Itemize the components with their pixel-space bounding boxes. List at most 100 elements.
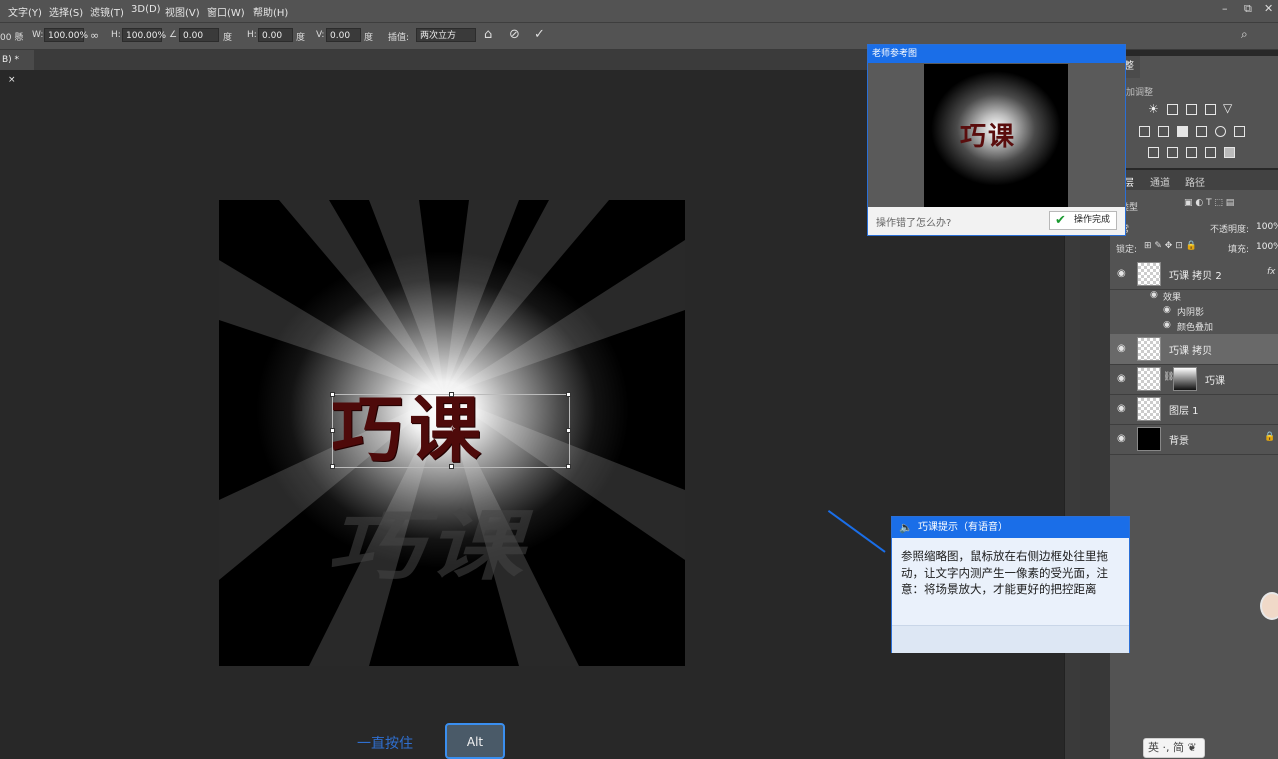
help-link[interactable]: 操作错了怎么办?: [876, 214, 951, 229]
layer-name[interactable]: 图层 1: [1169, 402, 1199, 417]
handle-middle-left[interactable]: [330, 428, 335, 433]
fill-label: 填充:: [1228, 245, 1250, 255]
color-lookup-icon[interactable]: [1234, 126, 1245, 137]
reference-title: 老师参考图: [868, 45, 1125, 63]
menu-select[interactable]: 选择(S): [49, 4, 83, 19]
cancel-transform-icon[interactable]: ⊘: [509, 27, 520, 42]
hskew-input[interactable]: 0.00: [258, 28, 293, 42]
close-window-button[interactable]: ✕: [1264, 2, 1273, 15]
black-white-icon[interactable]: [1177, 126, 1188, 137]
fx-icon[interactable]: fx: [1267, 267, 1276, 277]
menu-filter[interactable]: 滤镜(T): [90, 4, 124, 19]
menu-window[interactable]: 窗口(W): [207, 4, 245, 19]
channel-mixer-icon[interactable]: [1215, 126, 1226, 137]
layer-row[interactable]: ◉ 图层 1: [1110, 394, 1278, 425]
filter-icons[interactable]: ▣ ◐ T ⬚ ▤: [1184, 198, 1234, 208]
fill-input[interactable]: 100%: [1256, 242, 1278, 252]
handle-bottom-left[interactable]: [330, 464, 335, 469]
posterize-icon[interactable]: [1167, 147, 1178, 158]
search-icon[interactable]: ⌕: [1241, 27, 1248, 42]
effect-inner-shadow[interactable]: 内阴影: [1177, 305, 1204, 318]
inner-shadow-eye-icon[interactable]: ◉: [1163, 305, 1171, 315]
document-tab[interactable]: B) * ×: [0, 50, 34, 85]
minimize-button[interactable]: –: [1222, 2, 1228, 15]
layer-row[interactable]: ◉ ⛓ 巧课: [1110, 364, 1278, 395]
layer-name[interactable]: 背景: [1169, 432, 1189, 447]
menu-3d[interactable]: 3D(D): [131, 4, 161, 15]
height-input[interactable]: 100.00%: [122, 28, 166, 42]
layer-name[interactable]: 巧课: [1205, 372, 1225, 387]
reference-window: 老师参考图 巧课 操作错了怎么办? ✔ 操作完成: [867, 44, 1126, 236]
photo-filter-icon[interactable]: [1196, 126, 1207, 137]
angle-input[interactable]: 0.00: [179, 28, 219, 42]
layer-name[interactable]: 巧课 拷贝 2: [1169, 267, 1222, 282]
speaker-icon[interactable]: 🔈: [899, 517, 913, 538]
color-balance-icon[interactable]: [1158, 126, 1169, 137]
reference-point-crosshair-icon[interactable]: ✧: [448, 424, 456, 435]
close-tab-icon[interactable]: ×: [8, 75, 16, 85]
hskew-label: H:: [247, 30, 257, 40]
reference-image-text: 巧课: [960, 122, 1017, 152]
tip-pointer-line: [827, 510, 886, 553]
opacity-input[interactable]: 100%: [1256, 222, 1278, 232]
restore-button[interactable]: ⧉: [1244, 2, 1252, 16]
layer-row[interactable]: ◉ 背景 🔒: [1110, 424, 1278, 455]
transform-bounding-box[interactable]: ✧: [330, 392, 571, 469]
effects-eye-icon[interactable]: ◉: [1150, 290, 1158, 300]
color-overlay-eye-icon[interactable]: ◉: [1163, 320, 1171, 330]
document-tab-label: B) *: [2, 55, 20, 65]
lock-icons[interactable]: ⊞ ✎ ✥ ⊡ 🔒: [1144, 241, 1197, 251]
text-shadow-layer: 巧课: [320, 501, 549, 592]
tab-paths[interactable]: 路径: [1185, 174, 1205, 189]
handle-top-center[interactable]: [449, 392, 454, 397]
handle-bottom-right[interactable]: [566, 464, 571, 469]
warp-icon[interactable]: ⌂: [484, 27, 492, 42]
lock-icon: 🔒: [1264, 432, 1276, 442]
effect-color-overlay[interactable]: 颜色叠加: [1177, 320, 1213, 333]
handle-middle-right[interactable]: [566, 428, 571, 433]
visibility-eye-icon[interactable]: ◉: [1117, 268, 1126, 279]
menu-help[interactable]: 帮助(H): [253, 4, 288, 19]
layer-thumbnail: [1137, 262, 1161, 286]
done-button[interactable]: ✔ 操作完成: [1049, 211, 1117, 230]
ime-toolbar[interactable]: 英 ·, 简 ❦: [1143, 738, 1205, 758]
selective-color-icon[interactable]: [1205, 147, 1216, 158]
reference-image: 巧课: [924, 64, 1068, 207]
levels-icon[interactable]: [1167, 104, 1178, 115]
tip-footer: [892, 625, 1129, 653]
layer-row-selected[interactable]: ◉ 巧课 拷贝: [1110, 334, 1278, 365]
reference-point-icon[interactable]: 00 懸: [0, 30, 23, 43]
hue-saturation-icon[interactable]: [1139, 126, 1150, 137]
handle-top-left[interactable]: [330, 392, 335, 397]
invert-icon[interactable]: [1148, 147, 1159, 158]
layer-mask-thumbnail[interactable]: [1173, 367, 1197, 391]
commit-transform-icon[interactable]: ✓: [534, 27, 545, 42]
curves-icon[interactable]: [1186, 104, 1197, 115]
width-label: W:: [32, 30, 44, 40]
gradient-map-icon[interactable]: [1224, 147, 1235, 158]
brightness-icon[interactable]: ☀: [1148, 102, 1159, 116]
alt-key-indicator: Alt: [445, 723, 505, 759]
threshold-icon[interactable]: [1186, 147, 1197, 158]
menu-type[interactable]: 文字(Y): [8, 4, 42, 19]
assistant-avatar[interactable]: [1260, 592, 1278, 620]
visibility-eye-icon[interactable]: ◉: [1117, 343, 1126, 354]
vskew-input[interactable]: 0.00: [326, 28, 361, 42]
exposure-icon[interactable]: [1205, 104, 1216, 115]
visibility-eye-icon[interactable]: ◉: [1117, 433, 1126, 444]
layer-row[interactable]: ◉ 巧课 拷贝 2 fx: [1110, 259, 1278, 290]
width-input[interactable]: 100.00%: [44, 28, 88, 42]
visibility-eye-icon[interactable]: ◉: [1117, 403, 1126, 414]
interpolation-select[interactable]: 两次立方: [416, 28, 476, 42]
handle-top-right[interactable]: [566, 392, 571, 397]
handle-bottom-center[interactable]: [449, 464, 454, 469]
layer-name[interactable]: 巧课 拷贝: [1169, 342, 1212, 357]
effects-label[interactable]: 效果: [1163, 290, 1181, 303]
vibrance-icon[interactable]: ▽: [1223, 101, 1232, 115]
tab-channels[interactable]: 通道: [1150, 174, 1170, 189]
menu-view[interactable]: 视图(V): [165, 4, 200, 19]
visibility-eye-icon[interactable]: ◉: [1117, 373, 1126, 384]
check-icon: ✔: [1055, 213, 1066, 228]
link-icon[interactable]: ∞: [90, 29, 99, 42]
degree-label-1: 度: [223, 33, 233, 43]
